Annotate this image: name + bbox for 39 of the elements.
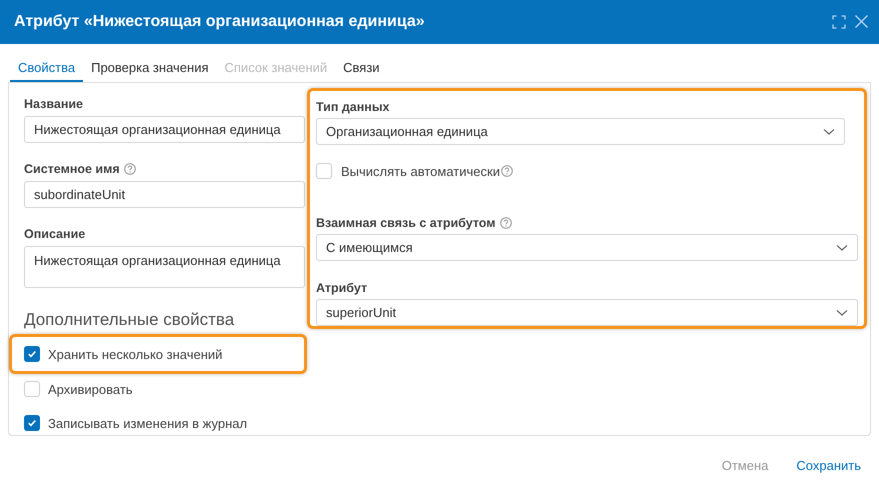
field-label: Атрибут bbox=[316, 280, 368, 298]
field-label: Название bbox=[24, 96, 84, 114]
field-label: Описание bbox=[24, 226, 86, 244]
checkbox-label: Вычислять автоматически bbox=[341, 162, 500, 181]
chevron-down-icon bbox=[823, 128, 835, 136]
window-title: Атрибут «Нижестоящая организационная единица» bbox=[14, 12, 425, 32]
save-button[interactable]: Сохранить bbox=[796, 456, 861, 476]
checkbox-label: Архивировать bbox=[48, 380, 133, 399]
help-icon[interactable] bbox=[500, 217, 512, 230]
tab[interactable]: Свойства bbox=[10, 54, 84, 82]
description-field[interactable]: Нижестоящая организационная единица bbox=[24, 246, 305, 288]
checkbox-label: Хранить несколько значений bbox=[48, 346, 222, 364]
check-icon bbox=[27, 349, 37, 360]
text-field[interactable]: Нижестоящая организационная единица bbox=[24, 116, 305, 144]
tab[interactable]: Связи bbox=[335, 54, 388, 82]
dropdown-field[interactable]: Организационная единица bbox=[316, 118, 845, 146]
dropdown-value: Организационная единица bbox=[326, 123, 488, 142]
help-icon[interactable] bbox=[124, 163, 136, 176]
check-icon bbox=[27, 418, 37, 428]
close-icon[interactable] bbox=[854, 14, 869, 30]
dropdown-field[interactable]: superiorUnit bbox=[316, 299, 858, 326]
field-label: Тип данных bbox=[316, 99, 390, 116]
checkbox[interactable] bbox=[24, 381, 40, 398]
maximize-icon[interactable] bbox=[832, 14, 846, 29]
dropdown-value: superiorUnit bbox=[326, 304, 396, 322]
checkbox-label: Записывать изменения в журнал bbox=[48, 414, 248, 433]
help-icon[interactable] bbox=[500, 165, 513, 178]
dropdown-field[interactable]: С имеющимся bbox=[316, 234, 858, 262]
chevron-down-icon bbox=[836, 308, 848, 317]
field-label: Системное имя bbox=[24, 161, 120, 178]
tab[interactable]: Проверка значения bbox=[83, 54, 216, 82]
checkbox[interactable] bbox=[24, 346, 40, 362]
text-field[interactable]: subordinateUnit bbox=[24, 181, 305, 208]
dropdown-value: С имеющимся bbox=[326, 239, 413, 258]
field-label: Взаимная связь с атрибутом bbox=[316, 215, 496, 232]
checkbox[interactable] bbox=[24, 415, 40, 432]
chevron-down-icon bbox=[836, 244, 848, 252]
section-title: Дополнительные свойства bbox=[24, 309, 236, 332]
checkbox[interactable] bbox=[316, 163, 332, 180]
